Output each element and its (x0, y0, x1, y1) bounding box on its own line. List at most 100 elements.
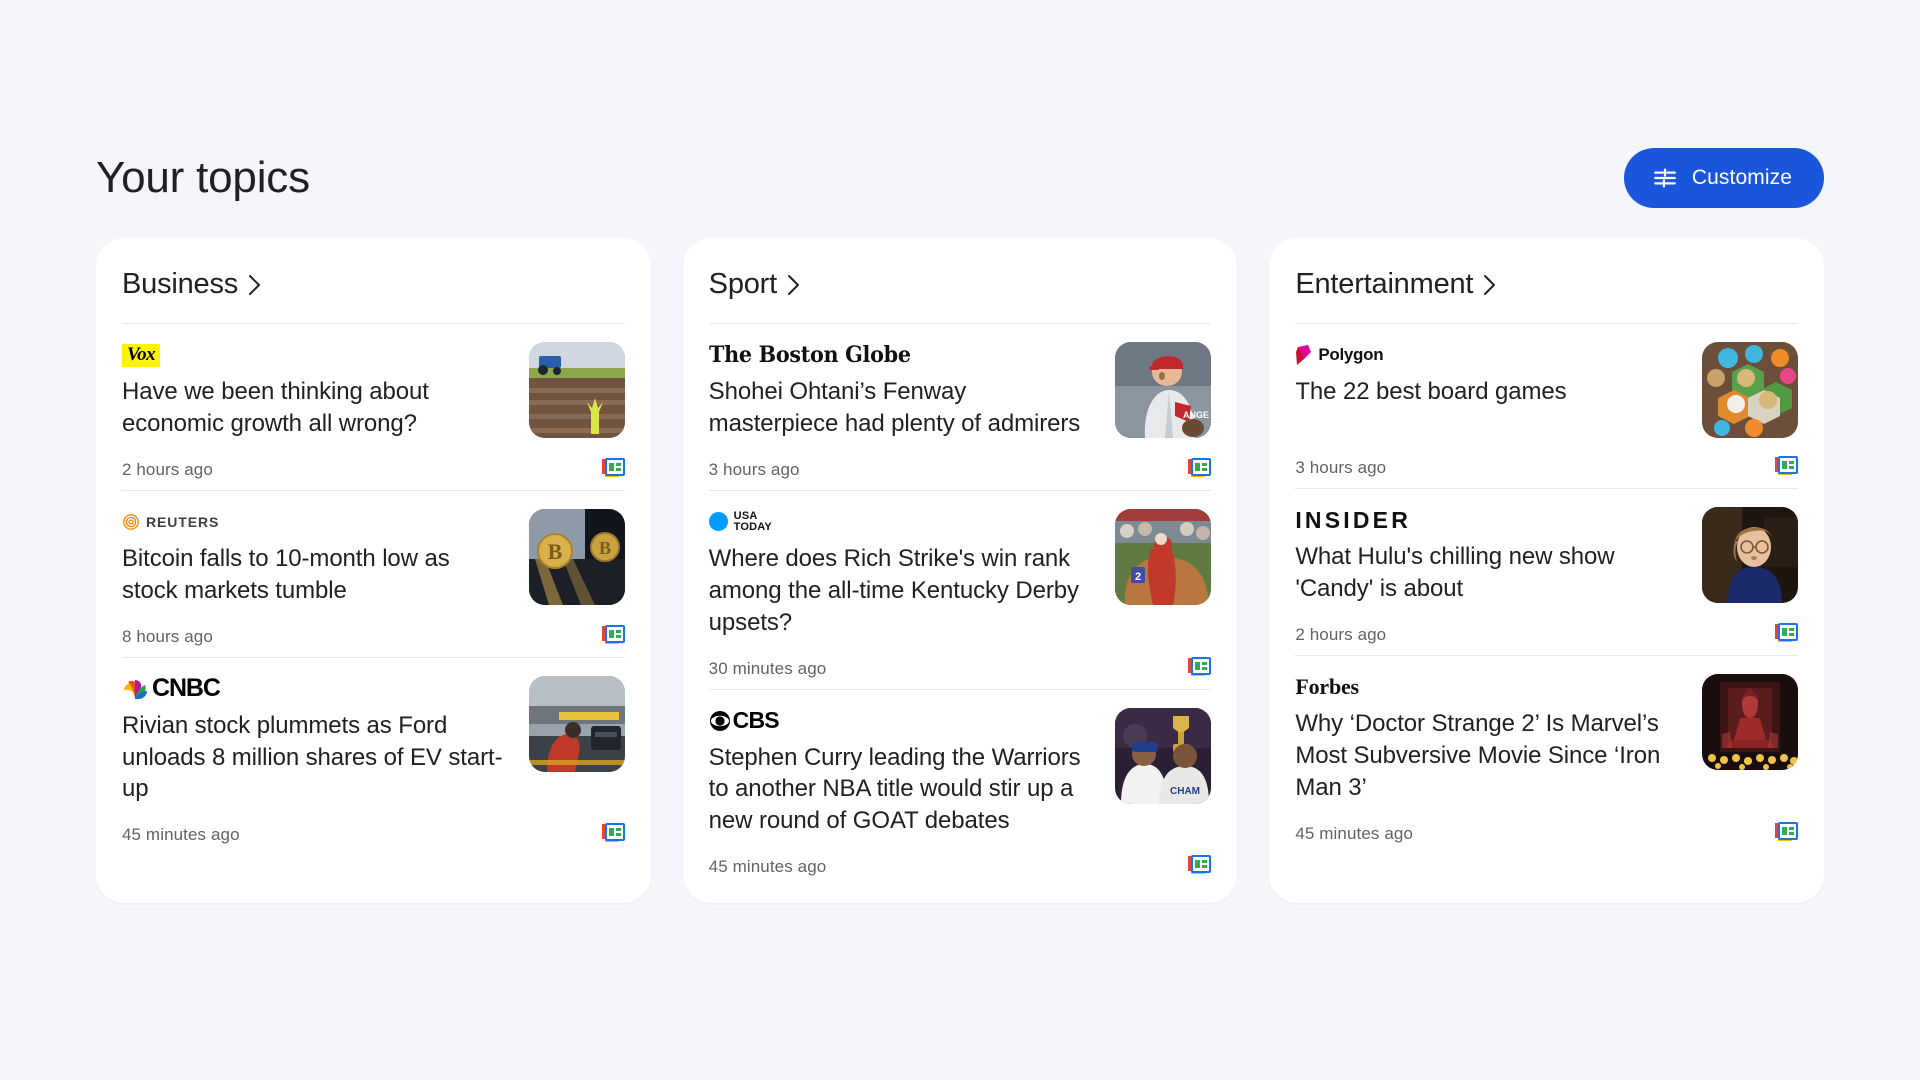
polygon-mark-icon (1296, 345, 1312, 365)
article-text: Forbes Why ‘Doctor Strange 2’ Is Marvel’… (1295, 674, 1684, 804)
chevron-right-icon (1483, 274, 1496, 296)
article-body: Forbes Why ‘Doctor Strange 2’ Is Marvel’… (1295, 673, 1799, 804)
article-timestamp: 45 minutes ago (1295, 823, 1413, 843)
article-text: Polygon The 22 best board games (1295, 342, 1684, 408)
article-headline: Shohei Ohtani’s Fenway masterpiece had p… (708, 378, 1081, 437)
article-headline: The 22 best board games (1295, 378, 1567, 405)
article-timestamp: 45 minutes ago (122, 825, 240, 845)
reuters-mark-icon (123, 513, 139, 530)
google-news-your-topics-page: Your topics Customize Business Vox Have … (0, 0, 1920, 1080)
peacock-icon (124, 679, 147, 699)
topic-link-business[interactable]: Business (122, 260, 625, 323)
usa-today-dot-icon (708, 512, 728, 532)
article-item[interactable]: Vox Have we been thinking about economic… (122, 323, 625, 490)
article-thumbnail (528, 342, 625, 438)
article-source: INSIDER (1295, 507, 1684, 533)
article-thumbnail (1702, 673, 1799, 770)
article-source: Polygon (1295, 342, 1684, 368)
usa-today-wordmark: USA TODAY (733, 510, 772, 533)
article-item[interactable]: CNBC Rivian stock plummets as Ford unloa… (122, 656, 625, 856)
article-meta: 45 minutes ago (122, 819, 625, 845)
reuters-wordmark: REUTERS (146, 513, 220, 530)
article-text: CNBC Rivian stock plummets as Ford unloa… (122, 674, 511, 806)
article-item[interactable]: USA TODAY Where does Rich Strike's win r… (708, 489, 1212, 689)
article-item[interactable]: Forbes Why ‘Doctor Strange 2’ Is Marvel’… (1295, 654, 1799, 854)
article-headline: Where does Rich Strike's win rank among … (708, 544, 1079, 636)
customize-button[interactable]: Customize (1623, 148, 1824, 208)
article-headline: Bitcoin falls to 10-month low as stock m… (122, 544, 450, 604)
article-timestamp: 8 hours ago (122, 626, 213, 646)
article-meta: 3 hours ago (1295, 452, 1799, 478)
reuters-logo: REUTERS (122, 513, 219, 531)
boston-globe-logo: The Boston Globe (708, 342, 911, 368)
article-source: REUTERS (122, 509, 511, 535)
google-news-icon[interactable] (1187, 655, 1212, 679)
article-item[interactable]: CBS Stephen Curry leading the Warriors t… (708, 688, 1212, 888)
google-news-icon[interactable] (601, 456, 625, 480)
article-body: CBS Stephen Curry leading the Warriors t… (708, 707, 1212, 838)
article-timestamp: 2 hours ago (1295, 624, 1387, 644)
article-timestamp: 3 hours ago (1295, 458, 1387, 477)
article-thumbnail (1702, 342, 1799, 438)
article-meta: 2 hours ago (1295, 619, 1799, 645)
svg-text:B: B (547, 539, 562, 564)
article-source: The Boston Globe (709, 342, 1098, 368)
google-news-icon[interactable] (1774, 621, 1799, 645)
article-item[interactable]: REUTERS Bitcoin falls to 10-month low as… (122, 489, 625, 657)
article-thumbnail: 2 (1115, 508, 1212, 605)
google-news-icon[interactable] (1187, 853, 1212, 877)
cbs-eye-icon (709, 710, 730, 731)
article-text: USA TODAY Where does Rich Strike's win r… (708, 509, 1098, 639)
cbs-logo: CBS (709, 707, 780, 734)
topic-card-sport: Sport The Boston Globe Shohei Ohtani’s F… (682, 238, 1238, 904)
google-news-icon[interactable] (1774, 454, 1799, 478)
usa-today-logo: USA TODAY (708, 510, 772, 533)
article-timestamp: 2 hours ago (122, 459, 213, 479)
article-body: USA TODAY Where does Rich Strike's win r… (708, 508, 1212, 639)
article-source: CBS (709, 707, 1098, 734)
google-news-icon[interactable] (601, 821, 625, 845)
article-meta: 45 minutes ago (709, 851, 1212, 877)
topic-link-sport[interactable]: Sport (709, 260, 1212, 323)
article-meta: 30 minutes ago (709, 653, 1212, 679)
article-item[interactable]: INSIDER What Hulu's chilling new show 'C… (1295, 488, 1799, 655)
article-source: Vox (122, 342, 511, 368)
article-headline: Rivian stock plummets as Ford unloads 8 … (122, 711, 503, 803)
svg-text:2: 2 (1135, 571, 1141, 583)
article-meta: 3 hours ago (709, 454, 1212, 480)
topic-link-entertainment[interactable]: Entertainment (1295, 260, 1798, 323)
topic-card-business: Business Vox Have we been thinking about… (96, 238, 651, 904)
article-body: Vox Have we been thinking about economic… (122, 342, 625, 440)
google-news-icon[interactable] (601, 623, 625, 647)
topic-title: Sport (708, 268, 778, 300)
svg-text:CHAM: CHAM (1170, 786, 1200, 797)
cbs-wordmark: CBS (732, 707, 780, 734)
chevron-right-icon (787, 274, 800, 296)
article-body: CNBC Rivian stock plummets as Ford unloa… (122, 674, 625, 806)
article-item[interactable]: The Boston Globe Shohei Ohtani’s Fenway … (708, 323, 1212, 490)
article-timestamp: 45 minutes ago (708, 857, 827, 877)
cnbc-logo: CNBC (122, 674, 221, 703)
article-meta: 2 hours ago (122, 454, 625, 480)
customize-button-label: Customize (1691, 166, 1792, 189)
usa-today-line-2: TODAY (733, 520, 772, 533)
article-headline: What Hulu's chilling new show 'Candy' is… (1295, 543, 1615, 602)
tune-icon (1652, 165, 1678, 191)
google-news-icon[interactable] (1187, 456, 1212, 480)
article-item[interactable]: Polygon The 22 best board games 3 hours … (1295, 323, 1799, 488)
google-news-icon[interactable] (1774, 820, 1799, 844)
vox-logo: Vox (122, 343, 161, 367)
topics-grid: Business Vox Have we been thinking about… (96, 238, 1825, 904)
topic-card-entertainment: Entertainment Polygon The 22 best board … (1269, 238, 1825, 904)
article-timestamp: 30 minutes ago (708, 658, 827, 678)
article-text: CBS Stephen Curry leading the Warriors t… (708, 707, 1098, 838)
article-timestamp: 3 hours ago (708, 459, 800, 479)
article-thumbnail: CHAM (1115, 707, 1212, 804)
article-thumbnail (528, 675, 625, 772)
article-body: REUTERS Bitcoin falls to 10-month low as… (122, 508, 625, 607)
topic-title: Entertainment (1295, 268, 1474, 300)
article-thumbnail: ANGE (1115, 342, 1212, 438)
article-headline: Stephen Curry leading the Warriors to an… (708, 743, 1081, 835)
page-header: Your topics Customize (96, 140, 1824, 216)
article-meta: 8 hours ago (122, 621, 625, 647)
